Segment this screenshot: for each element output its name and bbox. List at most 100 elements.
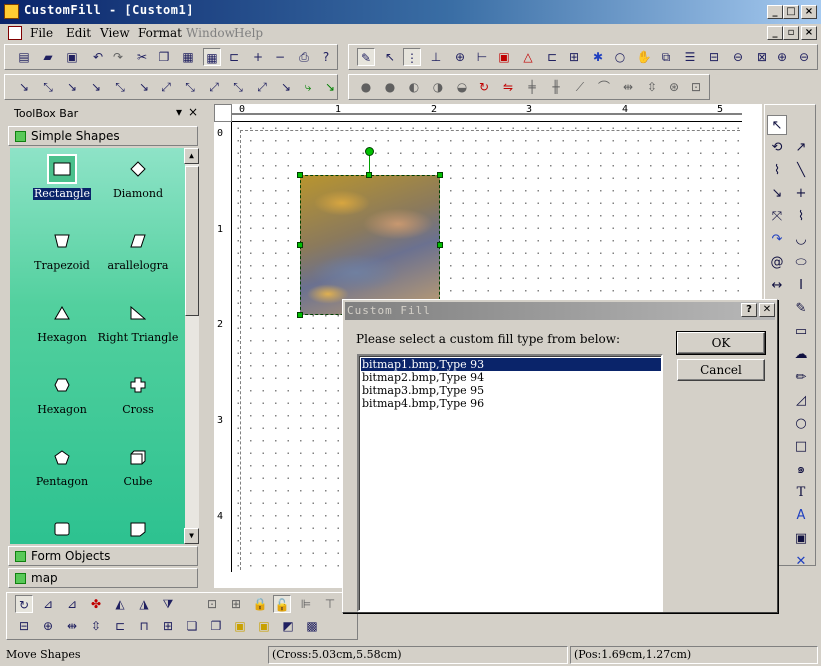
connector-10-icon[interactable]: ⤡ (229, 78, 247, 96)
spiral-tool-icon[interactable]: ๑ (791, 460, 811, 480)
resize-handle[interactable] (297, 242, 303, 248)
distribute-icon[interactable]: ⊠ (753, 48, 771, 66)
connector-7-icon[interactable]: ⤢ (157, 78, 175, 96)
ok-button[interactable]: OK (676, 331, 766, 355)
polyline-icon[interactable]: ⌇ (791, 207, 811, 227)
crosshair-icon[interactable]: ⊕ (451, 48, 469, 66)
section-simple-shapes[interactable]: Simple Shapes (8, 126, 198, 146)
layers-icon[interactable]: ⧉ (657, 48, 675, 66)
v-space-icon[interactable]: ⇳ (87, 617, 105, 635)
resize-handle[interactable] (297, 172, 303, 178)
ruler-icon[interactable]: ⊏ (225, 48, 243, 66)
dialog-close-icon[interactable]: ✕ (759, 303, 775, 317)
rect-red-icon[interactable]: ▣ (495, 48, 513, 66)
arc-icon[interactable]: ↷ (767, 230, 787, 250)
color-fill-icon[interactable]: ◩ (279, 617, 297, 635)
space-h-icon[interactable]: ⇹ (619, 78, 637, 96)
menu-edit[interactable]: Edit (66, 26, 91, 40)
save-icon[interactable]: ▣ (63, 48, 81, 66)
connector-11-icon[interactable]: ⤢ (253, 78, 271, 96)
union-icon[interactable]: ● (357, 78, 375, 96)
connector-9-icon[interactable]: ⤢ (205, 78, 223, 96)
connector-5-icon[interactable]: ⤡ (111, 78, 129, 96)
align-top-icon[interactable]: ⊤ (321, 595, 339, 613)
align-middle-icon[interactable]: ╫ (547, 78, 565, 96)
fit-both-icon[interactable]: ⊞ (159, 617, 177, 635)
redo-icon[interactable]: ↷ (109, 48, 127, 66)
intersect-icon[interactable]: ◑ (429, 78, 447, 96)
zoom-in-icon[interactable]: + (249, 48, 267, 66)
group-bottom-icon[interactable]: ⊡ (203, 595, 221, 613)
resize-handle[interactable] (297, 312, 303, 318)
connector-8-icon[interactable]: ⤡ (181, 78, 199, 96)
scroll-thumb[interactable] (185, 166, 199, 316)
app-icon[interactable] (4, 4, 19, 19)
pen-select-icon[interactable]: ✎ (357, 48, 375, 66)
new-icon[interactable]: ▤ (15, 48, 33, 66)
menu-format[interactable]: Format (138, 26, 182, 40)
mirror-icon[interactable]: ✤ (87, 595, 105, 613)
toolbox-close-icon[interactable]: × (188, 105, 198, 119)
pattern-icon[interactable]: ▩ (303, 617, 321, 635)
list-item[interactable]: bitmap2.bmp,Type 94 (361, 371, 661, 384)
shape-triangle[interactable]: Hexagon (20, 298, 104, 344)
center-icon[interactable]: ⊕ (39, 617, 57, 635)
rotate-red-icon[interactable]: ↻ (475, 78, 493, 96)
node-select-icon[interactable]: ↗ (791, 138, 811, 158)
lock-shape-icon[interactable]: 🔒 (251, 595, 269, 613)
resize-handle[interactable] (366, 172, 372, 178)
pointer-icon[interactable]: ↖ (381, 48, 399, 66)
delete-tool-icon[interactable]: ✕ (791, 552, 811, 572)
list-item[interactable]: bitmap4.bmp,Type 96 (361, 397, 661, 410)
dialog-help-icon[interactable]: ? (741, 303, 757, 317)
spiral-icon[interactable]: @ (767, 253, 787, 273)
fit-width-icon[interactable]: ⊏ (111, 617, 129, 635)
rotate-tool-icon[interactable]: ↻ (15, 595, 33, 613)
hand-icon[interactable]: ✋ (635, 48, 653, 66)
ungroup-icon[interactable]: ⊞ (227, 595, 245, 613)
align-left-icon[interactable]: ⊫ (297, 595, 315, 613)
shear-icon[interactable]: ⊿ (63, 595, 81, 613)
v-dimension-icon[interactable]: I (791, 276, 811, 296)
send-back-icon[interactable]: ▣ (255, 617, 273, 635)
open-icon[interactable]: ▰ (39, 48, 57, 66)
ellipse-tool-icon[interactable]: ⬭ (791, 253, 811, 273)
rotate-select-icon[interactable]: ⟲ (767, 138, 787, 158)
callout-icon[interactable]: ▭ (791, 322, 811, 342)
zoom-minus-icon[interactable]: ⊖ (795, 48, 813, 66)
art-text-icon[interactable]: A (791, 506, 811, 526)
h-space-icon[interactable]: ⇹ (63, 617, 81, 635)
shape-diamond[interactable]: Diamond (96, 154, 180, 200)
cancel-button[interactable]: Cancel (677, 359, 765, 381)
connector-6-icon[interactable]: ↘ (135, 78, 153, 96)
connector-green2-icon[interactable]: ↘ (321, 78, 339, 96)
arrow-line-icon[interactable]: ↘ (767, 184, 787, 204)
help-icon[interactable]: ? (317, 48, 335, 66)
zoom-out-icon[interactable]: − (271, 48, 289, 66)
circle-tool-icon[interactable]: ○ (791, 414, 811, 434)
space-v-icon[interactable]: ⇳ (643, 78, 661, 96)
curve-tool-icon[interactable]: ◡ (791, 230, 811, 250)
grid-dots-icon[interactable]: ⋮ (403, 48, 421, 66)
shape-right-triangle[interactable]: Right Triangle (96, 298, 180, 344)
send-backward-icon[interactable]: ❐ (207, 617, 225, 635)
space-icon[interactable]: ⊖ (729, 48, 747, 66)
scroll-up-icon[interactable]: ▲ (184, 148, 199, 164)
print-icon[interactable]: ⎙ (295, 48, 313, 66)
rotate-handle[interactable] (365, 147, 374, 156)
group-icon[interactable]: ⊡ (687, 78, 705, 96)
doc-minimize-icon[interactable]: _ (767, 26, 783, 40)
menu-window[interactable]: Window (186, 26, 235, 40)
curve-icon[interactable]: ⌒ (595, 78, 613, 96)
menu-view[interactable]: View (100, 26, 130, 40)
connector-3-icon[interactable]: ↘ (63, 78, 81, 96)
scroll-down-icon[interactable]: ▼ (184, 528, 199, 544)
flip-both-icon[interactable]: ⧩ (159, 595, 177, 613)
fit-height-icon[interactable]: ⊓ (135, 617, 153, 635)
select-arrow-icon[interactable]: ↖ (767, 115, 787, 135)
fill-type-listbox[interactable]: bitmap1.bmp,Type 93 bitmap2.bmp,Type 94 … (357, 354, 663, 612)
connector-12-icon[interactable]: ↘ (277, 78, 295, 96)
lock-icon[interactable]: ⊛ (665, 78, 683, 96)
list-item[interactable]: bitmap1.bmp,Type 93 (361, 358, 661, 371)
bring-forward-icon[interactable]: ❏ (183, 617, 201, 635)
